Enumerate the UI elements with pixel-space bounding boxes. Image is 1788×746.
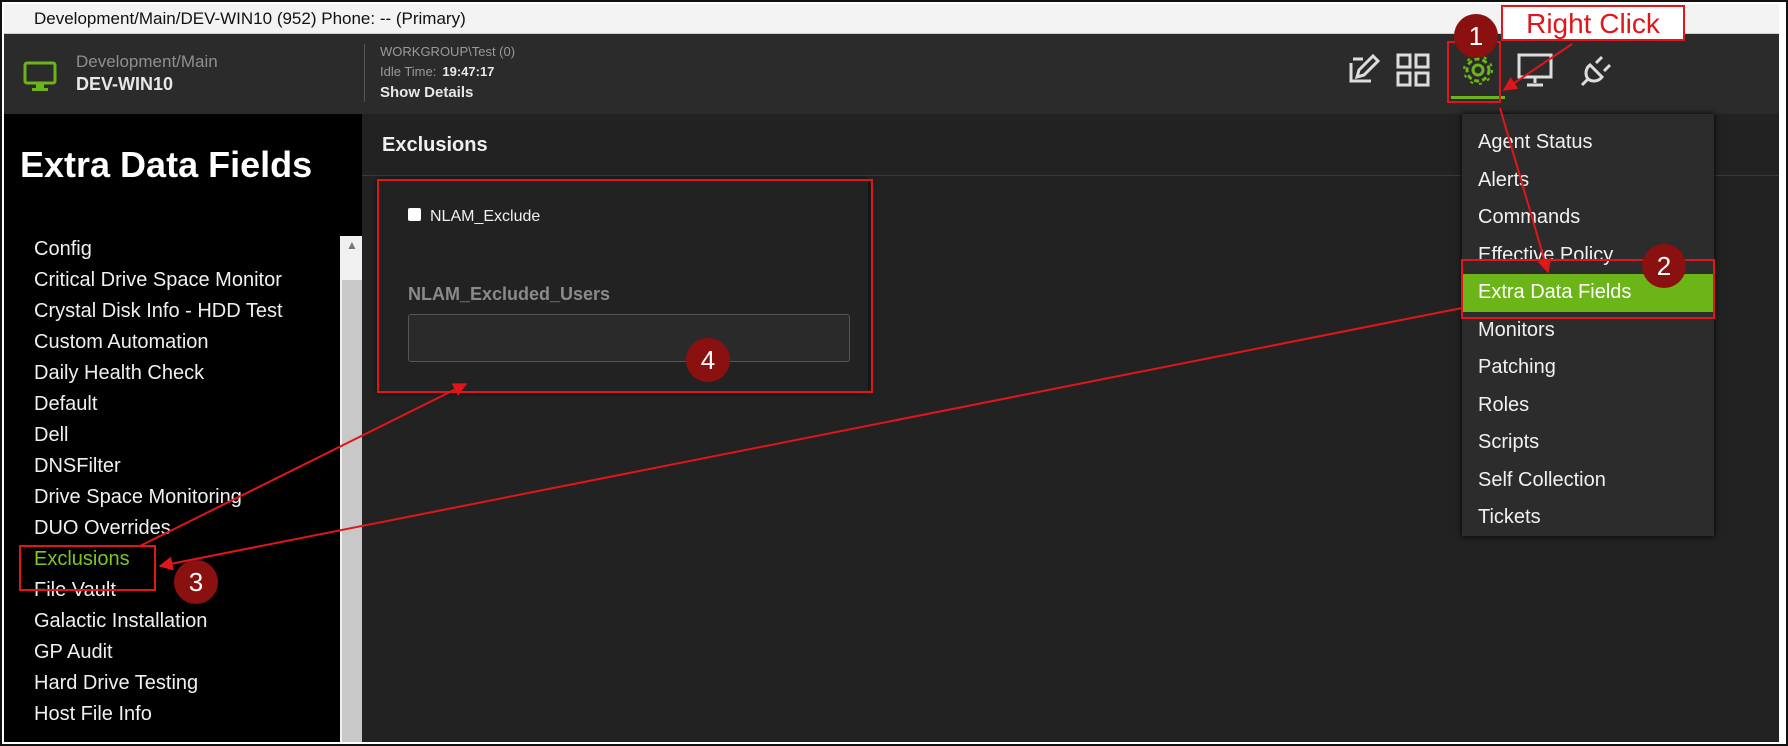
menu-item-scripts[interactable]: Scripts [1462, 424, 1714, 462]
excluded-users-label: NLAM_Excluded_Users [408, 284, 611, 304]
scrollbar-thumb[interactable] [342, 280, 362, 742]
menu-item-roles[interactable]: Roles [1462, 387, 1714, 425]
sidebar-item-exclusions[interactable]: Exclusions [34, 544, 283, 575]
menu-item-patching[interactable]: Patching [1462, 349, 1714, 387]
show-details-link[interactable]: Show Details [380, 84, 473, 101]
excluded-users-input[interactable] [408, 314, 850, 362]
sidebar-item-host-file-info[interactable]: Host File Info [34, 699, 283, 730]
sidebar-item-dell[interactable]: Dell [34, 420, 283, 451]
sidebar-item-drive-space-monitoring[interactable]: Drive Space Monitoring [34, 482, 283, 513]
nlam-exclude-label: NLAM_Exclude [430, 208, 541, 225]
sidebar-title: Extra Data Fields [20, 144, 313, 185]
menu-item-alerts[interactable]: Alerts [1462, 162, 1714, 200]
monitor-status-icon [22, 58, 58, 94]
sidebar-item-file-vault[interactable]: File Vault [34, 575, 283, 606]
sidebar-list: Config Critical Drive Space Monitor Crys… [34, 234, 283, 730]
menu-item-commands[interactable]: Commands [1462, 199, 1714, 237]
fields-card: NLAM_Exclude NLAM_Excluded_Users [378, 180, 868, 392]
idle-time-label: Idle Time: [380, 64, 437, 79]
menu-item-extra-data-fields[interactable]: Extra Data Fields [1462, 274, 1714, 312]
scroll-up-icon[interactable]: ▲ [346, 238, 358, 252]
menu-item-tickets[interactable]: Tickets [1462, 499, 1714, 537]
menu-item-agent-status[interactable]: Agent Status [1462, 124, 1714, 162]
gear-icon[interactable] [1455, 48, 1501, 92]
workgroup-text: WORKGROUP\Test (0) [380, 44, 516, 59]
sidebar-item-galactic-installation[interactable]: Galactic Installation [34, 606, 283, 637]
menu-item-effective-policy[interactable]: Effective Policy [1462, 237, 1714, 275]
idle-time: Idle Time: 19:47:17 [380, 64, 494, 79]
window-title-bar: Development/Main/DEV-WIN10 (952) Phone: … [4, 4, 1779, 34]
menu-item-monitors[interactable]: Monitors [1462, 312, 1714, 350]
grid-icon[interactable] [1390, 48, 1436, 92]
idle-time-value: 19:47:17 [442, 64, 495, 79]
sidebar-item-critical-drive-space-monitor[interactable]: Critical Drive Space Monitor [34, 265, 283, 296]
sidebar-item-crystal-disk-info[interactable]: Crystal Disk Info - HDD Test [34, 296, 283, 327]
sidebar-item-dnsfilter[interactable]: DNSFilter [34, 451, 283, 482]
menu-item-self-collection[interactable]: Self Collection [1462, 462, 1714, 500]
context-menu: Agent Status Alerts Commands Effective P… [1462, 114, 1714, 536]
sidebar-item-custom-automation[interactable]: Custom Automation [34, 327, 283, 358]
active-tab-underline [1451, 96, 1505, 99]
sidebar-scrollbar[interactable]: ▲ [340, 236, 362, 742]
section-title: Exclusions [382, 134, 488, 156]
sidebar: Extra Data Fields Config Critical Drive … [4, 114, 362, 742]
monitor-icon[interactable] [1512, 48, 1558, 92]
nlam-exclude-checkbox[interactable] [408, 208, 421, 221]
header-divider [364, 44, 365, 102]
device-name: DEV-WIN10 [76, 74, 174, 94]
sidebar-item-config[interactable]: Config [34, 234, 283, 265]
device-path: Development/Main [76, 52, 218, 71]
sidebar-item-hard-drive-testing[interactable]: Hard Drive Testing [34, 668, 283, 699]
sidebar-item-duo-overrides[interactable]: DUO Overrides [34, 513, 283, 544]
window-title: Development/Main/DEV-WIN10 (952) Phone: … [34, 9, 466, 28]
device-header: Development/Main DEV-WIN10 WORKGROUP\Tes… [4, 34, 1779, 114]
sidebar-item-gp-audit[interactable]: GP Audit [34, 637, 283, 668]
edit-icon[interactable] [1341, 48, 1387, 92]
sidebar-item-default[interactable]: Default [34, 389, 283, 420]
plug-icon[interactable] [1574, 48, 1620, 92]
sidebar-item-daily-health-check[interactable]: Daily Health Check [34, 358, 283, 389]
